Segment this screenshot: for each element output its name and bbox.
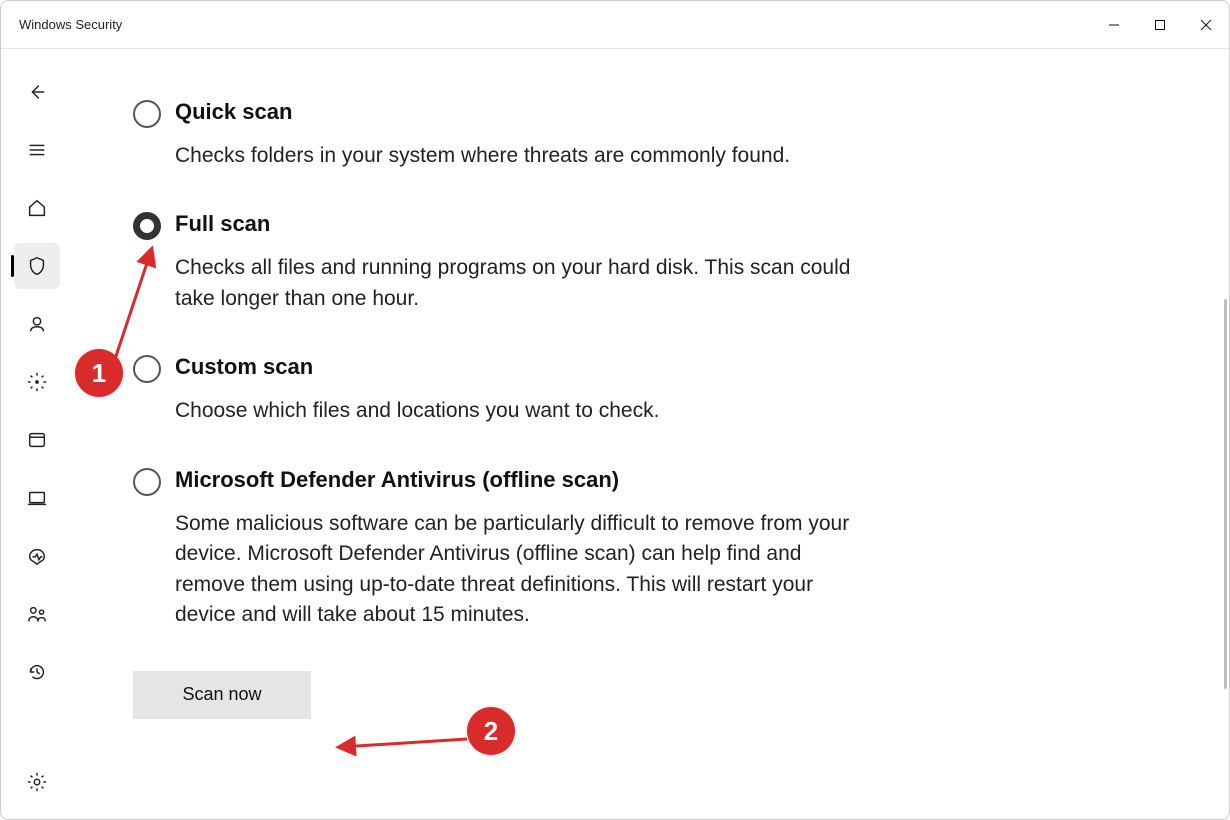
window-controls: [1091, 1, 1229, 48]
option-label: Full scan: [175, 211, 875, 237]
shield-icon[interactable]: [14, 243, 60, 289]
title-bar: Windows Security: [1, 1, 1229, 49]
radio-offline-scan[interactable]: [133, 468, 161, 496]
settings-icon[interactable]: [14, 759, 60, 805]
option-desc: Choose which files and locations you wan…: [175, 396, 659, 426]
scan-now-button[interactable]: Scan now: [133, 671, 311, 719]
option-desc: Checks folders in your system where thre…: [175, 141, 790, 171]
account-icon[interactable]: [14, 301, 60, 347]
option-quick-scan: Quick scan Checks folders in your system…: [133, 99, 1169, 171]
option-full-scan: Full scan Checks all files and running p…: [133, 211, 1169, 314]
close-button[interactable]: [1183, 1, 1229, 48]
content-area: Quick scan Checks folders in your system…: [73, 49, 1229, 819]
device-icon[interactable]: [14, 475, 60, 521]
back-button[interactable]: [14, 69, 60, 115]
history-icon[interactable]: [14, 649, 60, 695]
option-offline-scan: Microsoft Defender Antivirus (offline sc…: [133, 467, 1169, 631]
family-icon[interactable]: [14, 591, 60, 637]
performance-icon[interactable]: [14, 533, 60, 579]
annotation-step-2: 2: [467, 707, 515, 755]
home-icon[interactable]: [14, 185, 60, 231]
radio-custom-scan[interactable]: [133, 355, 161, 383]
annotation-step-1: 1: [75, 349, 123, 397]
minimize-button[interactable]: [1091, 1, 1137, 48]
app-browser-icon[interactable]: [14, 417, 60, 463]
option-custom-scan: Custom scan Choose which files and locat…: [133, 354, 1169, 426]
option-label: Custom scan: [175, 354, 659, 380]
radio-full-scan[interactable]: [133, 212, 161, 240]
window-title: Windows Security: [19, 17, 122, 32]
radio-quick-scan[interactable]: [133, 100, 161, 128]
firewall-icon[interactable]: [14, 359, 60, 405]
option-desc: Checks all files and running programs on…: [175, 253, 875, 314]
maximize-button[interactable]: [1137, 1, 1183, 48]
option-label: Quick scan: [175, 99, 790, 125]
menu-icon[interactable]: [14, 127, 60, 173]
option-desc: Some malicious software can be particula…: [175, 509, 875, 631]
sidebar: [1, 49, 73, 819]
scrollbar[interactable]: [1224, 299, 1227, 689]
option-label: Microsoft Defender Antivirus (offline sc…: [175, 467, 875, 493]
